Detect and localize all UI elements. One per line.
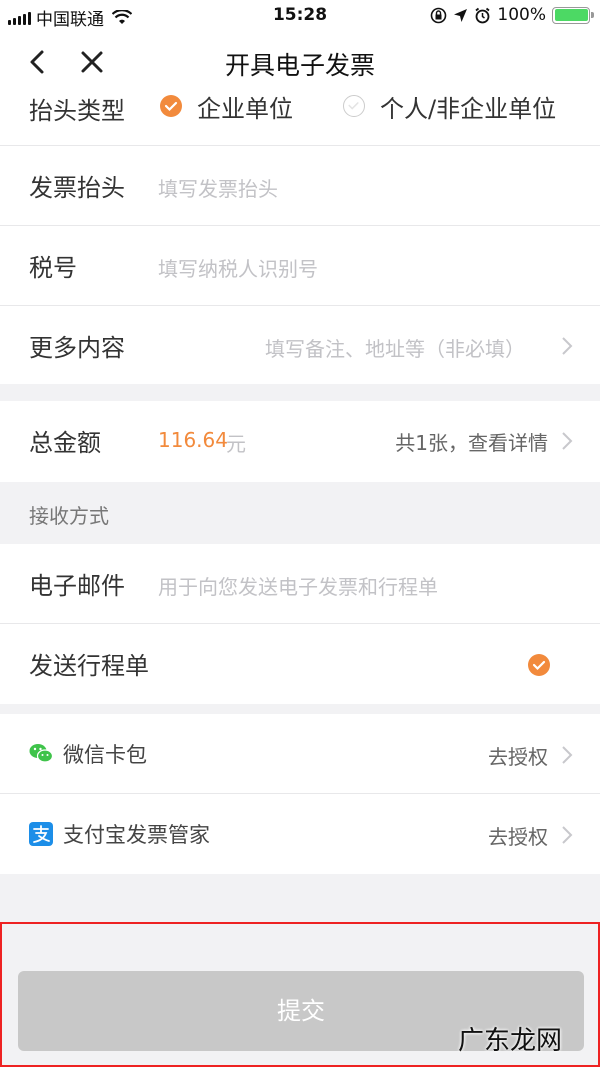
itinerary-checkbox-checked-icon[interactable] (528, 654, 550, 676)
invoice-title-input[interactable]: 填写发票抬头 (158, 173, 278, 202)
receive-method-title: 接收方式 (29, 504, 109, 528)
wechat-card-label: 微信卡包 (63, 743, 147, 767)
wechat-icon (29, 744, 53, 763)
tax-number-label: 税号 (29, 254, 77, 282)
status-bar: 中国联通 15:28 100% (0, 0, 600, 32)
total-section[interactable]: 总金额 116.64 元 共1张，查看详情 (0, 401, 600, 482)
view-details-link[interactable]: 共1张，查看详情 (395, 427, 548, 456)
title-type-row: 抬头类型 企业单位 个人/非企业单位 (0, 67, 600, 146)
title-type-label: 抬头类型 (29, 97, 125, 125)
receive-method-header: 接收方式 (0, 482, 600, 544)
chevron-right-icon (562, 432, 573, 450)
battery-icon (552, 6, 594, 24)
personal-option-label[interactable]: 个人/非企业单位 (380, 89, 556, 124)
tax-number-row[interactable]: 税号 填写纳税人识别号 (0, 226, 600, 306)
invoice-title-label: 发票抬头 (29, 174, 125, 202)
wechat-card-row[interactable]: 微信卡包 去授权 (0, 714, 600, 794)
itinerary-label: 发送行程单 (29, 652, 149, 680)
alipay-invoice-row[interactable]: 支付宝发票管家 去授权 (0, 794, 600, 874)
status-right: 100% (430, 5, 594, 25)
wechat-authorize-link[interactable]: 去授权 (488, 741, 548, 770)
total-row[interactable]: 总金额 116.64 元 共1张，查看详情 (0, 401, 600, 481)
alipay-invoice-label: 支付宝发票管家 (63, 823, 210, 847)
company-radio-checked-icon[interactable] (160, 95, 182, 117)
total-unit: 元 (226, 432, 246, 456)
alarm-icon (475, 7, 490, 23)
more-content-label: 更多内容 (29, 334, 125, 362)
total-label: 总金额 (29, 429, 101, 457)
chevron-right-icon (562, 337, 573, 355)
total-amount: 116.64 (158, 428, 228, 452)
more-content-row[interactable]: 更多内容 填写备注、地址等（非必填） (0, 306, 600, 386)
invoice-title-row[interactable]: 发票抬头 填写发票抬头 (0, 146, 600, 226)
alipay-authorize-link[interactable]: 去授权 (488, 821, 548, 850)
receive-section: 电子邮件 用于向您发送电子发票和行程单 发送行程单 (0, 544, 600, 704)
email-input[interactable]: 用于向您发送电子发票和行程单 (158, 571, 438, 600)
battery-percent: 100% (497, 5, 546, 25)
email-row[interactable]: 电子邮件 用于向您发送电子发票和行程单 (0, 544, 600, 624)
rotation-lock-icon (431, 7, 447, 23)
watermark-text: 广东龙网 (457, 1026, 562, 1056)
alipay-icon (29, 822, 53, 846)
more-content-placeholder[interactable]: 填写备注、地址等（非必填） (265, 333, 525, 362)
invoice-form-section: 抬头类型 企业单位 个人/非企业单位 发票抬头 填写发票抬头 税号 填写纳税人识… (0, 92, 600, 384)
location-icon (454, 8, 468, 22)
chevron-right-icon (562, 826, 573, 844)
personal-radio-unchecked-icon[interactable] (343, 95, 365, 117)
company-option-label[interactable]: 企业单位 (197, 89, 293, 124)
auth-section: 微信卡包 去授权 支付宝发票管家 去授权 (0, 714, 600, 874)
itinerary-row[interactable]: 发送行程单 (0, 624, 600, 704)
email-label: 电子邮件 (29, 572, 125, 600)
tax-number-input[interactable]: 填写纳税人识别号 (158, 253, 318, 282)
chevron-right-icon (562, 746, 573, 764)
